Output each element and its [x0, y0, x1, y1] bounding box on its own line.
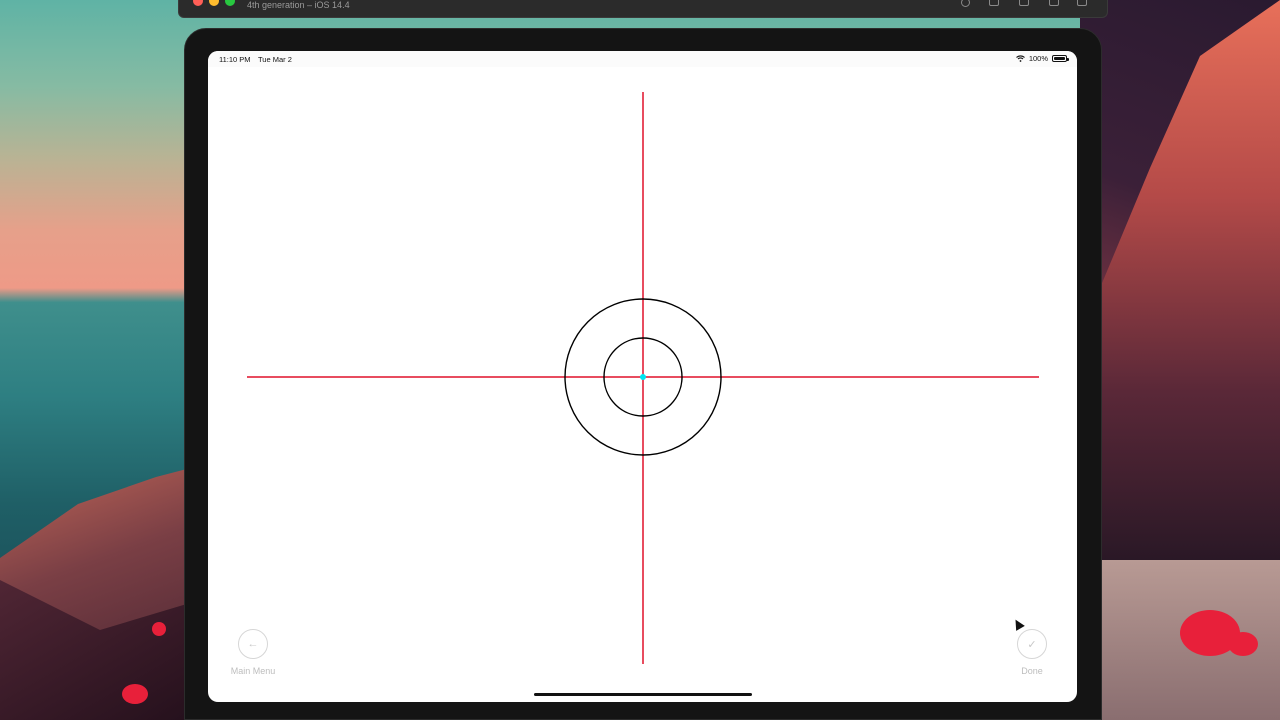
status-date: Tue Mar 2: [258, 55, 292, 64]
done-button[interactable]: ✓: [1017, 629, 1047, 659]
main-menu-button[interactable]: ←: [238, 629, 268, 659]
screenshot-icon[interactable]: [989, 0, 999, 6]
status-time: 11:10 PM: [219, 55, 251, 64]
crosshair-canvas[interactable]: [208, 67, 1077, 702]
zoom-window-button[interactable]: [225, 0, 235, 6]
close-window-button[interactable]: [193, 0, 203, 6]
center-point: [640, 374, 646, 380]
done-label[interactable]: Done: [992, 666, 1072, 676]
battery-fill: [1054, 57, 1065, 60]
checkmark-icon: ✓: [1027, 638, 1037, 651]
simulator-title: 4th generation – iOS 14.4: [247, 0, 350, 10]
wallpaper-flower: [122, 684, 148, 704]
status-bar: 11:10 PM Tue Mar 2 100%: [208, 51, 1077, 67]
wallpaper-flower: [1228, 632, 1258, 656]
rotate-icon[interactable]: [1049, 0, 1059, 6]
trash-icon[interactable]: [1077, 0, 1087, 6]
wifi-icon: [1015, 55, 1025, 62]
minimize-window-button[interactable]: [209, 0, 219, 6]
arrow-left-icon: ←: [247, 638, 259, 650]
home-indicator[interactable]: [534, 693, 752, 696]
ipad-screen: 11:10 PM Tue Mar 2 100% ← Main Menu ✓ Do…: [208, 51, 1077, 702]
battery-icon: [1052, 55, 1069, 62]
status-right: 100%: [1015, 54, 1069, 63]
home-icon[interactable]: [961, 0, 970, 7]
camera-icon[interactable]: [1019, 0, 1029, 6]
battery-tip: [1067, 58, 1069, 61]
simulator-titlebar: 4th generation – iOS 14.4: [178, 0, 1108, 18]
battery-percent: 100%: [1028, 54, 1048, 63]
wallpaper-flower: [152, 622, 166, 636]
main-menu-label[interactable]: Main Menu: [213, 666, 293, 676]
